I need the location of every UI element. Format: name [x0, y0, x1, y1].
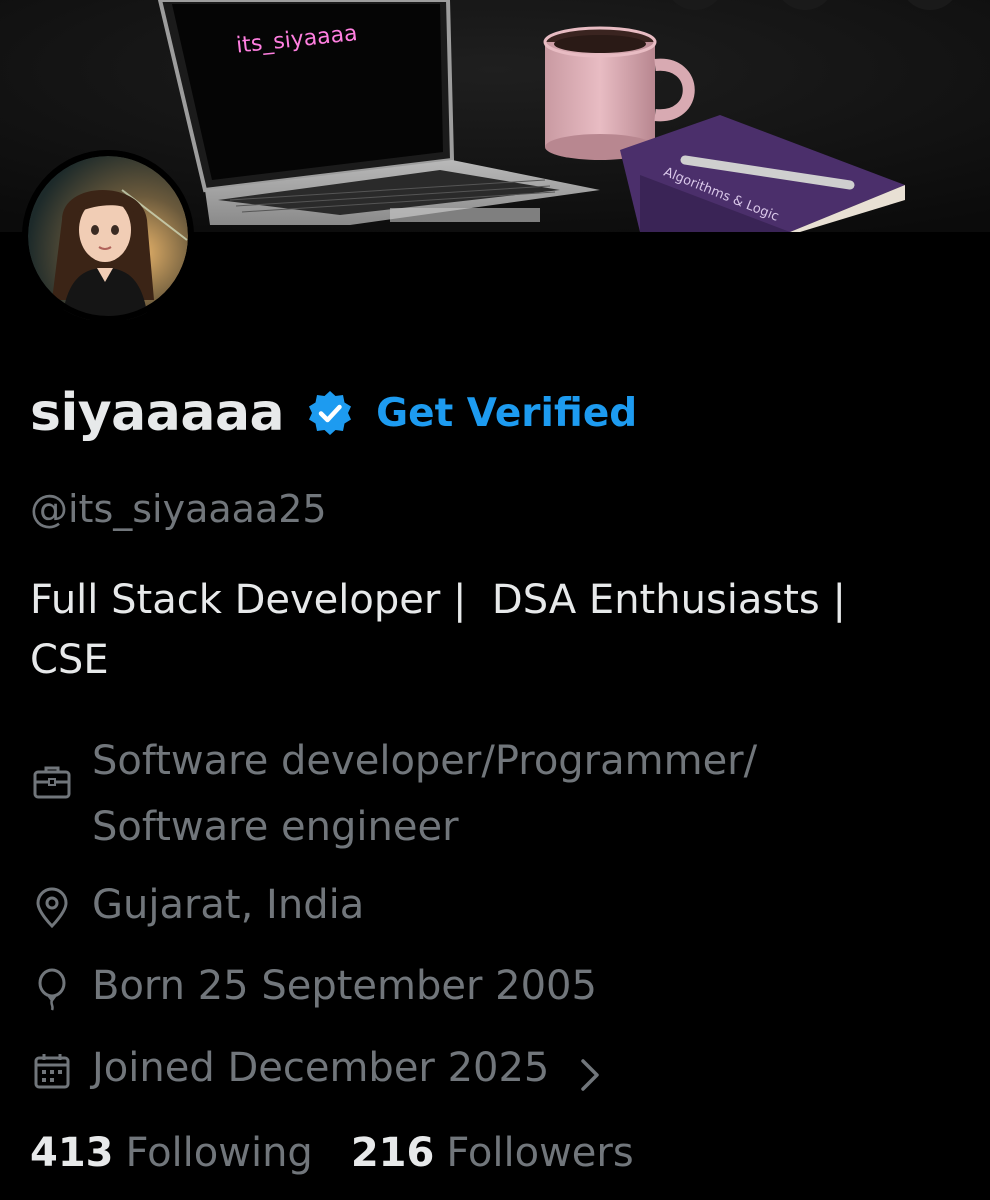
- profession-text: Software developer/Programmer/ Software …: [92, 738, 758, 850]
- verified-badge-icon[interactable]: [306, 389, 354, 437]
- followers-link[interactable]: 216 Followers: [351, 1130, 634, 1176]
- profile-bio: Full Stack Developer | DSA Enthusiasts |…: [30, 577, 846, 683]
- birthday-row: Born 25 September 2005: [30, 953, 597, 1019]
- follow-stats: 413 Following 216 Followers: [30, 1130, 634, 1176]
- profile-handle: @its_siyaaaa25: [30, 487, 327, 531]
- balloon-icon: [30, 965, 74, 1011]
- get-verified-link[interactable]: Get Verified: [376, 391, 637, 436]
- location-text: Gujarat, India: [92, 882, 365, 928]
- chevron-right-icon[interactable]: [575, 1049, 605, 1091]
- location-pin-icon: [30, 884, 74, 929]
- followers-label: Followers: [446, 1130, 634, 1176]
- followers-count: 216: [350, 1130, 435, 1176]
- following-link[interactable]: 413 Following: [30, 1130, 313, 1176]
- location-row: Gujarat, India: [30, 872, 364, 938]
- profile-name-row: siyaaaaa Get Verified: [30, 378, 637, 448]
- avatar[interactable]: [22, 150, 194, 322]
- profession-row: Software developer/Programmer/ Software …: [30, 728, 930, 860]
- briefcase-icon: [30, 758, 74, 802]
- joined-text: Joined December 2025: [92, 1045, 550, 1091]
- following-label: Following: [125, 1130, 313, 1176]
- display-name: siyaaaaa: [30, 383, 285, 443]
- birthday-text: Born 25 September 2005: [92, 963, 597, 1009]
- joined-row[interactable]: Joined December 2025: [30, 1035, 605, 1101]
- following-count: 413: [30, 1130, 114, 1176]
- calendar-icon: [30, 1047, 74, 1091]
